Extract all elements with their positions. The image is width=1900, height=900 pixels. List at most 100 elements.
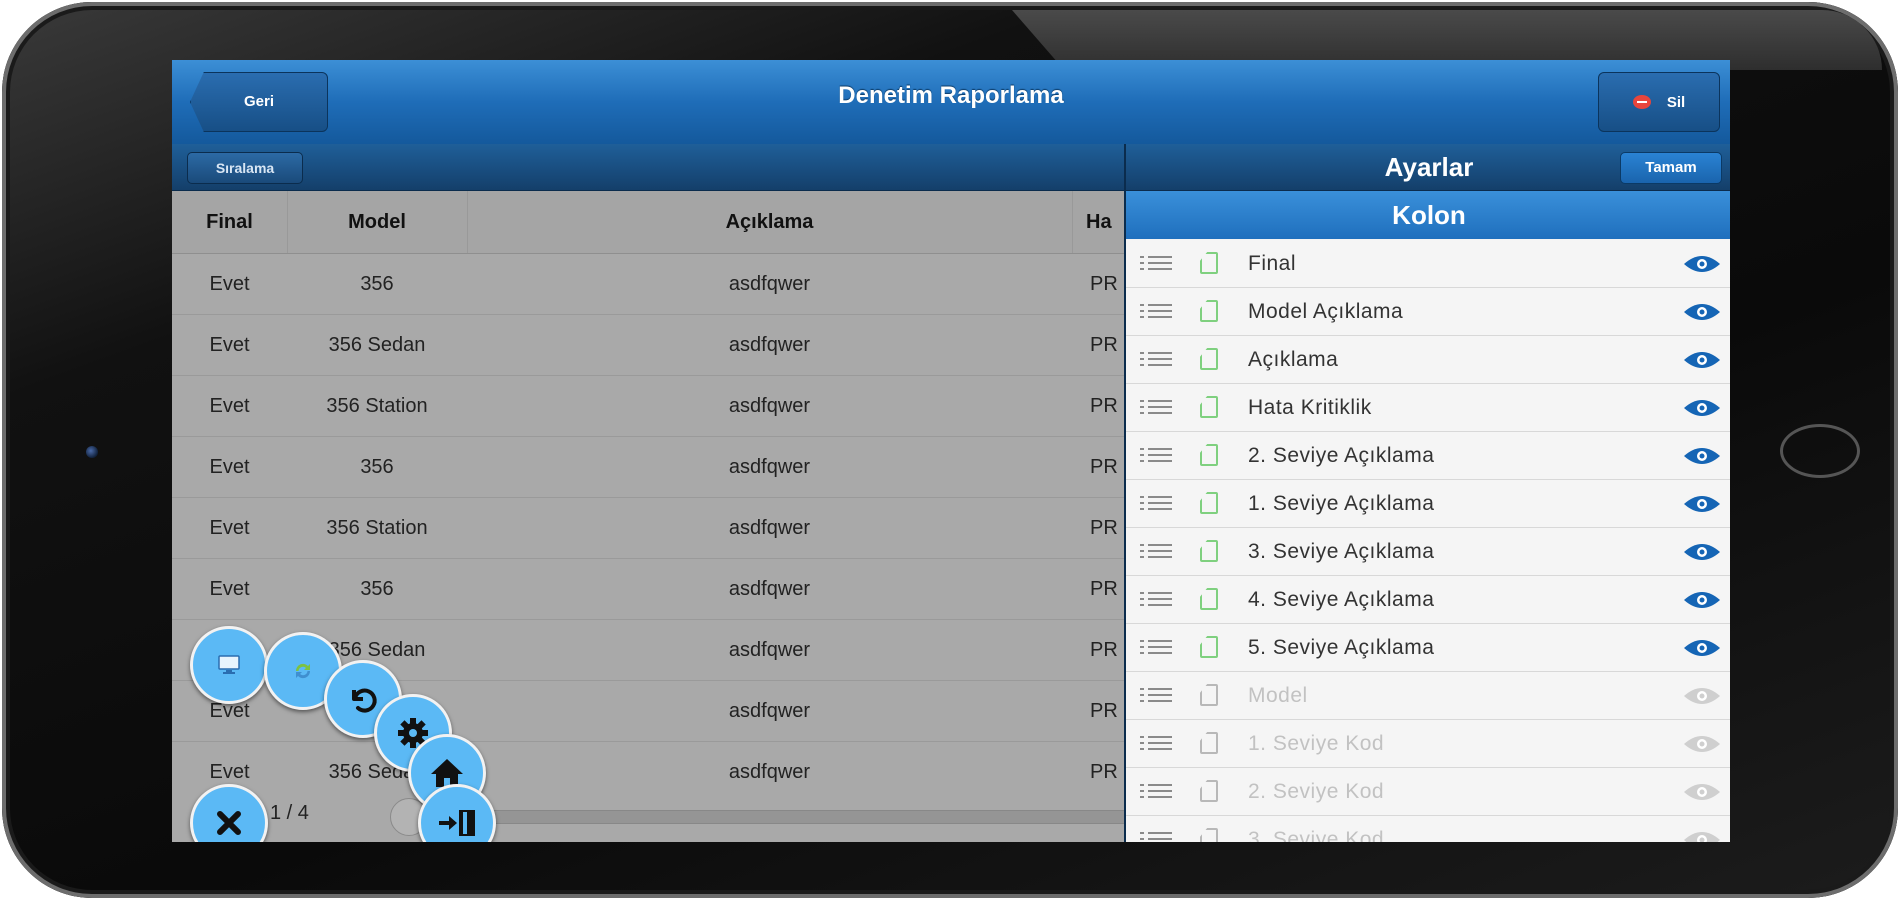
logout-icon — [439, 810, 475, 836]
column-setting-label: 4. Seviye Açıklama — [1248, 588, 1435, 611]
visibility-eye-icon[interactable] — [1682, 302, 1722, 322]
drag-handle-icon[interactable] — [1140, 832, 1172, 842]
cell-hata: PR — [1090, 395, 1118, 417]
drag-handle-icon[interactable] — [1140, 640, 1172, 656]
document-icon — [1200, 300, 1218, 322]
column-setting-label: Açıklama — [1248, 348, 1339, 371]
done-button[interactable]: Tamam — [1620, 152, 1722, 184]
page-slider-track[interactable] — [394, 810, 1136, 824]
visibility-eye-icon[interactable] — [1682, 350, 1722, 370]
drag-handle-icon[interactable] — [1140, 400, 1172, 416]
document-icon — [1200, 588, 1218, 610]
monitor-button[interactable] — [190, 626, 268, 704]
document-icon — [1200, 684, 1218, 706]
drag-handle-icon[interactable] — [1140, 448, 1172, 464]
table-row[interactable]: Evet 356 Station asdfqwer PR — [172, 376, 1126, 437]
column-setting-item[interactable]: 3. Seviye Kod — [1126, 816, 1730, 842]
cell-aciklama: asdfqwer — [728, 639, 811, 661]
page-title: Denetim Raporlama — [838, 82, 1064, 109]
drag-handle-icon[interactable] — [1140, 544, 1172, 560]
table-row[interactable]: Evet 356 asdfqwer PR — [172, 437, 1126, 498]
monitor-icon — [218, 655, 240, 674]
column-setting-item[interactable]: Açıklama — [1126, 336, 1730, 384]
cell-aciklama: asdfqwer — [728, 578, 811, 600]
column-setting-item[interactable]: Model — [1126, 672, 1730, 720]
visibility-eye-icon[interactable] — [1682, 782, 1722, 802]
column-setting-label: 3. Seviye Kod — [1248, 828, 1385, 842]
column-setting-item[interactable]: 4. Seviye Açıklama — [1126, 576, 1730, 624]
drag-handle-icon[interactable] — [1140, 592, 1172, 608]
table-row[interactable]: Evet 356 Station asdfqwer PR — [172, 498, 1126, 559]
visibility-eye-icon[interactable] — [1682, 542, 1722, 562]
visibility-eye-icon[interactable] — [1682, 686, 1722, 706]
column-setting-item[interactable]: 5. Seviye Açıklama — [1126, 624, 1730, 672]
visibility-eye-icon[interactable] — [1682, 638, 1722, 658]
visibility-eye-icon[interactable] — [1682, 830, 1722, 842]
sub-toolbar: Sıralama — [172, 144, 1126, 191]
document-icon — [1200, 828, 1218, 842]
visibility-eye-icon[interactable] — [1682, 398, 1722, 418]
visibility-eye-icon[interactable] — [1682, 494, 1722, 514]
drag-handle-icon[interactable] — [1140, 688, 1172, 704]
cell-final: Evet — [209, 578, 250, 600]
table-body: Evet 356 asdfqwer PR Evet 356 Sedan asdf… — [172, 254, 1126, 803]
cell-model: 356 Sedan — [328, 334, 426, 356]
column-header-model[interactable]: Model — [287, 191, 468, 253]
document-icon — [1200, 492, 1218, 514]
drag-handle-icon[interactable] — [1140, 352, 1172, 368]
visibility-eye-icon[interactable] — [1682, 254, 1722, 274]
column-setting-label: Final — [1248, 252, 1297, 275]
column-setting-label: 1. Seviye Açıklama — [1248, 492, 1435, 515]
drag-handle-icon[interactable] — [1140, 496, 1172, 512]
cell-aciklama: asdfqwer — [728, 700, 811, 722]
column-setting-label: 1. Seviye Kod — [1248, 732, 1385, 755]
column-header-aciklama[interactable]: Açıklama — [467, 191, 1073, 253]
drag-handle-icon[interactable] — [1140, 784, 1172, 800]
visibility-eye-icon[interactable] — [1682, 590, 1722, 610]
cell-hata: PR — [1090, 517, 1118, 539]
cell-hata: PR — [1090, 700, 1118, 722]
visibility-eye-icon[interactable] — [1682, 446, 1722, 466]
column-setting-item[interactable]: 3. Seviye Açıklama — [1126, 528, 1730, 576]
column-setting-item[interactable]: Model Açıklama — [1126, 288, 1730, 336]
table-row[interactable]: Evet 356 Sedan asdfqwer PR — [172, 315, 1126, 376]
sort-button[interactable]: Sıralama — [187, 152, 303, 184]
column-setting-item[interactable]: 1. Seviye Açıklama — [1126, 480, 1730, 528]
drag-handle-icon[interactable] — [1140, 736, 1172, 752]
cell-final: Evet — [209, 517, 250, 539]
drag-handle-icon[interactable] — [1140, 304, 1172, 320]
cell-final: Evet — [209, 395, 250, 417]
close-icon — [217, 811, 241, 835]
cell-model: 356 Station — [326, 395, 428, 417]
settings-header: Ayarlar Tamam — [1126, 144, 1730, 191]
column-setting-item[interactable]: Hata Kritiklik — [1126, 384, 1730, 432]
column-setting-item[interactable]: 2. Seviye Kod — [1126, 768, 1730, 816]
delete-button[interactable]: Sil — [1598, 72, 1720, 132]
document-icon — [1200, 780, 1218, 802]
cell-model: 356 — [360, 456, 394, 478]
undo-icon — [352, 688, 377, 713]
column-setting-label: 2. Seviye Kod — [1248, 780, 1385, 803]
cell-aciklama: asdfqwer — [728, 456, 811, 478]
app-screen: Geri Denetim Raporlama Sil Sıralama Fina… — [172, 60, 1730, 842]
cell-hata: PR — [1090, 456, 1118, 478]
drag-handle-icon[interactable] — [1140, 256, 1172, 272]
device-home-button[interactable] — [1780, 424, 1860, 478]
camera-icon — [86, 446, 98, 458]
column-setting-item[interactable]: Final — [1126, 240, 1730, 288]
cell-hata: PR — [1090, 334, 1118, 356]
column-header-hata[interactable]: Ha — [1072, 191, 1126, 253]
cell-aciklama: asdfqwer — [728, 273, 811, 295]
column-setting-item[interactable]: 1. Seviye Kod — [1126, 720, 1730, 768]
column-setting-item[interactable]: 2. Seviye Açıklama — [1126, 432, 1730, 480]
cell-model: 356 — [360, 578, 394, 600]
visibility-eye-icon[interactable] — [1682, 734, 1722, 754]
document-icon — [1200, 540, 1218, 562]
column-setting-label: 2. Seviye Açıklama — [1248, 444, 1435, 467]
cell-final: Evet — [209, 273, 250, 295]
column-setting-label: Hata Kritiklik — [1248, 396, 1372, 419]
app-header: Geri Denetim Raporlama Sil — [172, 60, 1730, 145]
table-row[interactable]: Evet 356 asdfqwer PR — [172, 254, 1126, 315]
table-row[interactable]: Evet 356 asdfqwer PR — [172, 559, 1126, 620]
column-header-final[interactable]: Final — [172, 191, 288, 253]
